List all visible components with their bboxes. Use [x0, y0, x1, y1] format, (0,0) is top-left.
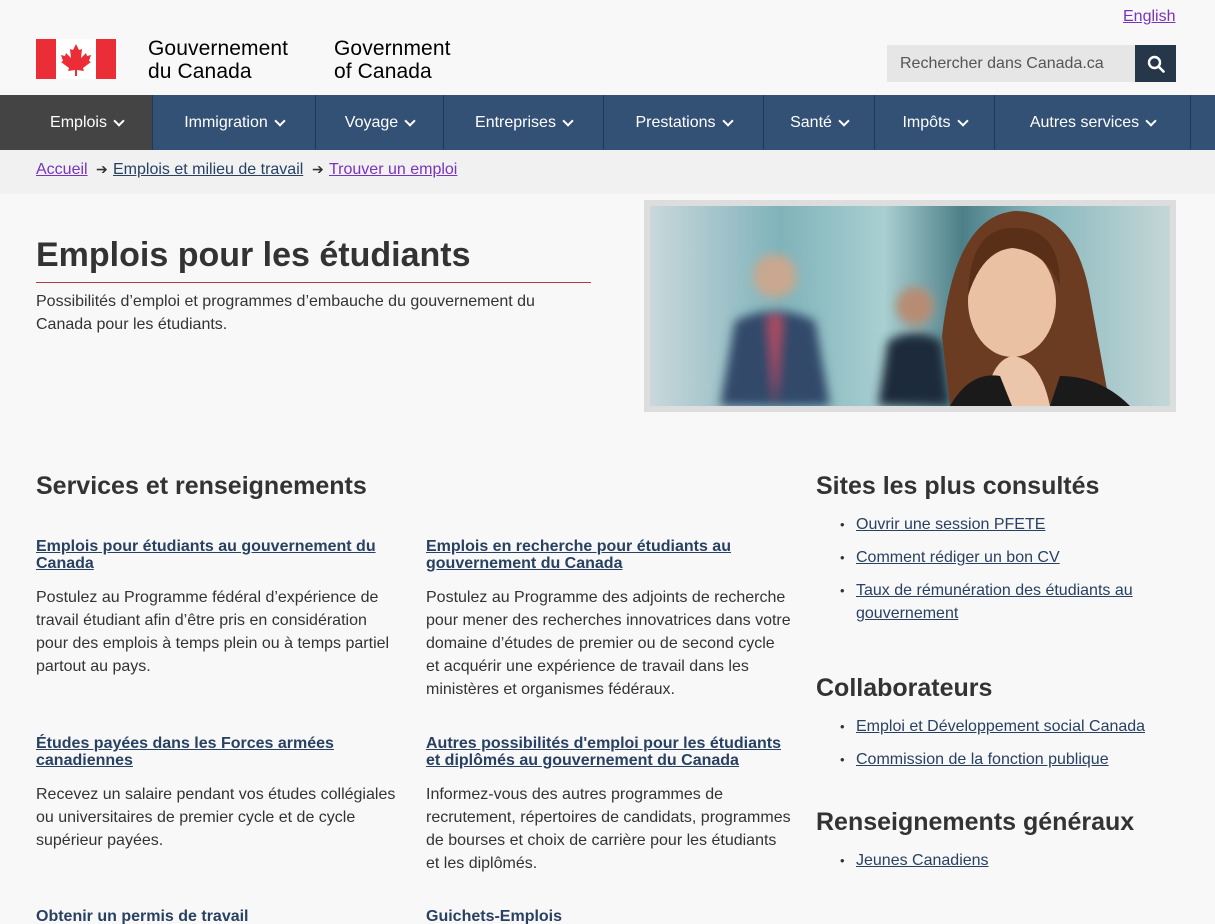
- most-visited-list: Ouvrir une session PFETE Comment rédiger…: [840, 513, 1160, 625]
- list-item: Jeunes Canadiens: [840, 849, 1160, 872]
- arrow-right-icon: ➔: [312, 161, 324, 177]
- menu-item-impots[interactable]: Impôts: [875, 95, 995, 150]
- service-link-armed-forces[interactable]: Études payées dans les Forces armées can…: [36, 735, 401, 769]
- menu-item-label: Emplois: [50, 113, 107, 131]
- menu-item-label: Prestations: [635, 113, 716, 131]
- link-young-canadians[interactable]: Jeunes Canadiens: [856, 852, 989, 869]
- chevron-down-icon: [1145, 114, 1157, 127]
- menu-item-label: Voyage: [344, 113, 399, 131]
- service-link-other-opportunities[interactable]: Autres possibilités d'emploi pour les ét…: [426, 735, 791, 769]
- general-info-heading: Renseignements généraux: [816, 808, 1135, 836]
- most-visited-heading: Sites les plus consultés: [816, 472, 1100, 500]
- chevron-down-icon: [721, 114, 734, 127]
- menu-item-immigration[interactable]: Immigration: [153, 95, 316, 150]
- service-item: Guichets-Emplois: [426, 908, 791, 924]
- service-description: Recevez un salaire pendant vos études co…: [36, 786, 396, 849]
- search-icon: [1147, 55, 1165, 73]
- service-link-job-bank[interactable]: Guichets-Emplois: [426, 908, 791, 924]
- menu-item-entreprises[interactable]: Entreprises: [444, 95, 604, 150]
- menu-item-label: Autres services: [1029, 113, 1140, 131]
- service-description: Informez-vous des autres programmes de r…: [426, 786, 791, 872]
- link-write-cv[interactable]: Comment rédiger un bon CV: [856, 549, 1060, 566]
- service-link-work-permit[interactable]: Obtenir un permis de travail: [36, 908, 401, 924]
- service-link-research-jobs[interactable]: Emplois en recherche pour étudiants au g…: [426, 538, 791, 572]
- breadcrumb-jobs-workplace[interactable]: Emplois et milieu de travail: [113, 161, 303, 179]
- menu-item-label: Immigration: [184, 113, 268, 131]
- signature-en-line2: of Canada: [334, 60, 432, 83]
- search-button[interactable]: [1135, 45, 1176, 82]
- service-link-student-jobs[interactable]: Emplois pour étudiants au gouvernement d…: [36, 538, 401, 572]
- hero-image-frame: [644, 200, 1176, 412]
- service-item: Emplois en recherche pour étudiants au g…: [426, 538, 791, 701]
- service-description: Postulez au Programme des adjoints de re…: [426, 589, 791, 698]
- arrow-right-icon: ➔: [96, 161, 108, 177]
- menu-item-label: Santé: [790, 113, 832, 131]
- signature-fr-line2: du Canada: [148, 60, 252, 83]
- chevron-down-icon: [404, 114, 416, 127]
- menu-filler: [1191, 95, 1215, 150]
- service-item: Obtenir un permis de travail: [36, 908, 401, 924]
- breadcrumb-home[interactable]: Accueil: [36, 161, 88, 179]
- chevron-down-icon: [956, 114, 969, 127]
- title-underline: [36, 282, 591, 283]
- link-pfete-login[interactable]: Ouvrir une session PFETE: [856, 516, 1045, 533]
- signature-french[interactable]: Gouvernement du Canada: [148, 37, 288, 83]
- link-esdc[interactable]: Emploi et Développement social Canada: [856, 718, 1145, 735]
- menu-item-autres-services[interactable]: Autres services: [995, 95, 1191, 150]
- menu-item-voyage[interactable]: Voyage: [316, 95, 444, 150]
- list-item: Ouvrir une session PFETE: [840, 513, 1160, 536]
- link-public-service-commission[interactable]: Commission de la fonction publique: [856, 751, 1109, 768]
- chevron-down-icon: [838, 114, 850, 127]
- main-menu: Emplois Immigration Voyage Entreprises P…: [0, 95, 1215, 150]
- menu-item-sante[interactable]: Santé: [764, 95, 875, 150]
- list-item: Comment rédiger un bon CV: [840, 546, 1160, 569]
- signature-en-line1: Government: [334, 37, 451, 60]
- partners-list: Emploi et Développement social Canada Co…: [840, 715, 1160, 771]
- service-item: Études payées dans les Forces armées can…: [36, 735, 401, 852]
- chevron-down-icon: [274, 114, 286, 127]
- menu-item-label: Entreprises: [475, 113, 556, 131]
- service-item: Emplois pour étudiants au gouvernement d…: [36, 538, 401, 678]
- service-item: Autres possibilités d'emploi pour les ét…: [426, 735, 791, 875]
- signature-english[interactable]: Government of Canada: [334, 37, 451, 83]
- signature-fr-line1: Gouvernement: [148, 37, 289, 60]
- list-item: Emploi et Développement social Canada: [840, 715, 1160, 738]
- list-item: Taux de rémunération des étudiants au go…: [840, 579, 1160, 625]
- page-title: Emplois pour les étudiants: [36, 236, 471, 274]
- menu-item-emplois[interactable]: Emplois: [21, 95, 153, 150]
- breadcrumb-find-job[interactable]: Trouver un emploi: [329, 161, 457, 179]
- service-description: Postulez au Programme fédéral d’expérien…: [36, 589, 390, 675]
- language-toggle-link[interactable]: English: [1123, 8, 1175, 26]
- general-info-list: Jeunes Canadiens: [840, 849, 1160, 872]
- hero-image: [650, 206, 1170, 406]
- link-student-pay-rates[interactable]: Taux de rémunération des étudiants au go…: [856, 582, 1133, 622]
- page-intro: Possibilités d’emploi et programmes d’em…: [36, 293, 535, 333]
- search-input[interactable]: [887, 45, 1135, 82]
- menu-item-prestations[interactable]: Prestations: [604, 95, 764, 150]
- hero-people-illustration: [720, 211, 1130, 406]
- partners-heading: Collaborateurs: [816, 674, 993, 702]
- canada-flag-icon[interactable]: [36, 39, 116, 79]
- breadcrumb: Accueil ➔ Emplois et milieu de travail ➔…: [0, 150, 1215, 194]
- menu-item-label: Impôts: [902, 113, 951, 131]
- list-item: Commission de la fonction publique: [840, 748, 1160, 771]
- services-heading: Services et renseignements: [36, 472, 367, 500]
- chevron-down-icon: [113, 114, 125, 127]
- chevron-down-icon: [562, 114, 574, 127]
